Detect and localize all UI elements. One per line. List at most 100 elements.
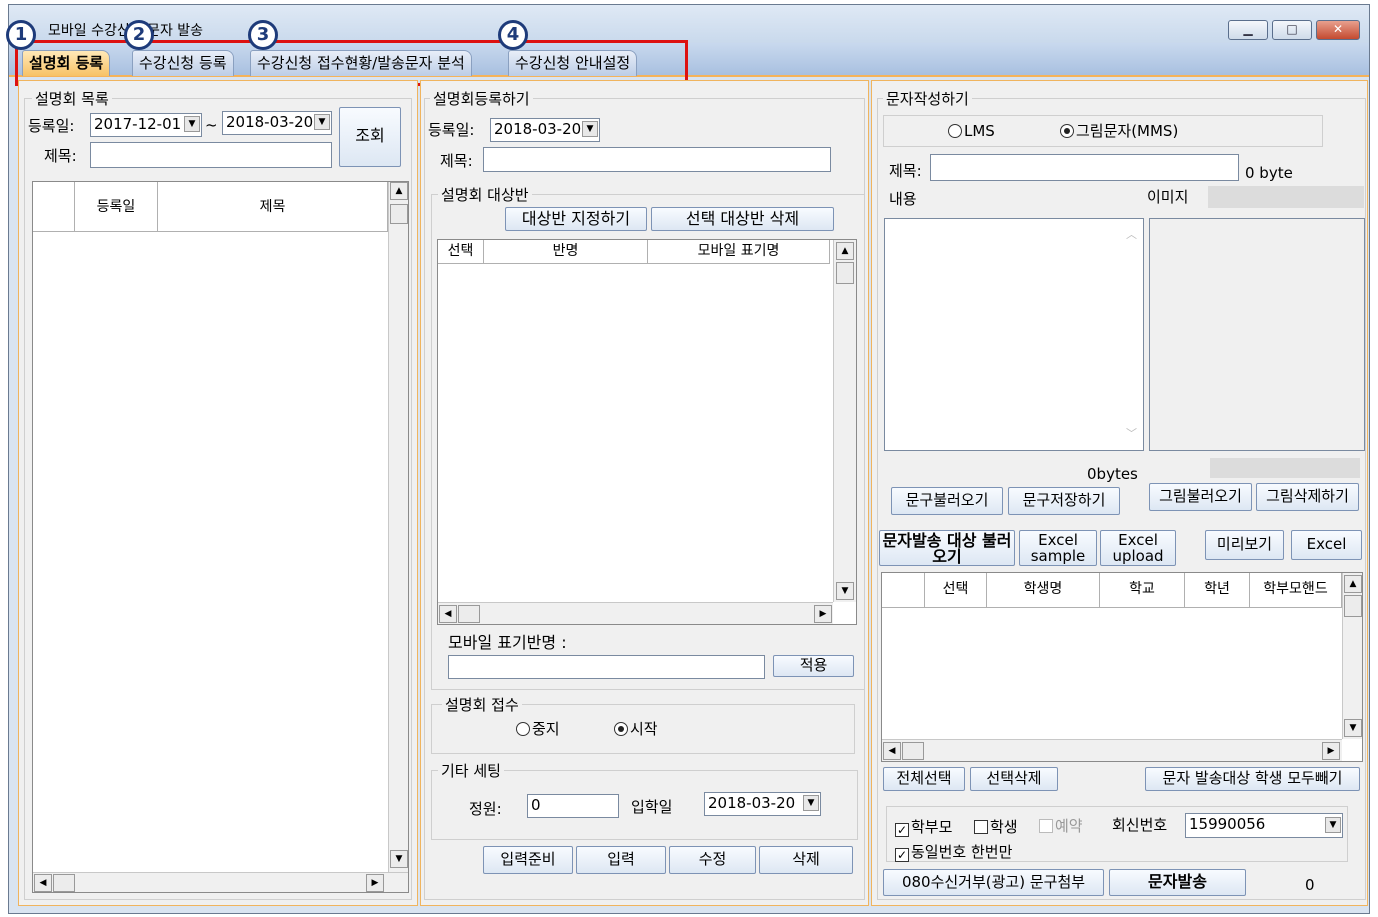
entry-date-picker[interactable]: 2018-03-20 ▼ bbox=[704, 792, 821, 816]
close-button[interactable]: ✕ bbox=[1316, 20, 1360, 40]
scroll-up-icon[interactable]: ▲ bbox=[1344, 575, 1362, 593]
remove-button[interactable]: 삭제 bbox=[759, 846, 853, 874]
recipient-horizontal-scrollbar[interactable]: ◀ ▶ bbox=[882, 739, 1342, 761]
recipient-grid[interactable]: 선택 학생명 학교 학년 학부모핸드 ▲ ▼ ◀ ▶ bbox=[881, 572, 1363, 762]
same-number-checkbox[interactable]: ✓ 동일번호 한번만 bbox=[895, 841, 1012, 862]
reserve-checkbox[interactable]: 예약 bbox=[1039, 815, 1083, 836]
delete-selected-button[interactable]: 선택삭제 bbox=[970, 767, 1058, 791]
scroll-up-icon[interactable]: ▲ bbox=[836, 242, 854, 260]
h-scroll-thumb[interactable] bbox=[53, 874, 75, 892]
checkbox-icon[interactable] bbox=[974, 820, 988, 834]
scroll-down-icon[interactable]: ▼ bbox=[390, 850, 408, 868]
class-vertical-scrollbar[interactable]: ▲ ▼ bbox=[833, 240, 856, 602]
student-checkbox[interactable]: 학생 bbox=[974, 816, 1018, 837]
scroll-up-icon[interactable]: ▲ bbox=[390, 182, 408, 200]
register-title-input[interactable] bbox=[483, 147, 831, 172]
search-button[interactable]: 조회 bbox=[339, 107, 401, 167]
excel-sample-button[interactable]: Excel sample bbox=[1019, 530, 1097, 566]
preview-button[interactable]: 미리보기 bbox=[1205, 530, 1284, 560]
load-image-button[interactable]: 그림불러오기 bbox=[1149, 483, 1252, 511]
scroll-thumb[interactable] bbox=[390, 204, 408, 224]
radio-selected-icon[interactable] bbox=[614, 722, 628, 736]
chevron-down-icon[interactable]: ▼ bbox=[582, 121, 598, 137]
scroll-thumb[interactable] bbox=[836, 262, 854, 284]
capacity-input[interactable]: 0 bbox=[527, 794, 619, 818]
column-header-select[interactable]: 선택 bbox=[438, 240, 484, 264]
list-horizontal-scrollbar[interactable]: ◀ ▶ bbox=[33, 872, 408, 892]
column-header-grade[interactable]: 학년 bbox=[1185, 573, 1250, 608]
radio-icon[interactable] bbox=[948, 124, 962, 138]
scroll-right-icon[interactable]: ▶ bbox=[366, 874, 384, 892]
reception-stop-option[interactable]: 중지 bbox=[516, 718, 560, 739]
callback-number-select[interactable]: 15990056 ▼ bbox=[1185, 813, 1343, 838]
optout-phrase-button[interactable]: 080수신거부(광고) 문구첨부 bbox=[883, 869, 1104, 896]
assign-class-button[interactable]: 대상반 지정하기 bbox=[505, 207, 647, 231]
parent-checkbox[interactable]: ✓ 학부모 bbox=[895, 816, 952, 837]
save-phrase-button[interactable]: 문구저장하기 bbox=[1008, 487, 1120, 515]
message-content-textarea[interactable]: ︿ ﹀ bbox=[884, 218, 1144, 451]
input-button[interactable]: 입력 bbox=[576, 846, 666, 874]
mms-label: 그림문자(MMS) bbox=[1076, 122, 1179, 140]
checkbox-checked-icon[interactable]: ✓ bbox=[895, 823, 909, 837]
chevron-down-icon[interactable]: ▼ bbox=[803, 795, 819, 811]
load-phrase-button[interactable]: 문구불러오기 bbox=[891, 487, 1003, 515]
register-date-picker[interactable]: 2018-03-20 ▼ bbox=[490, 118, 600, 142]
delete-class-button[interactable]: 선택 대상반 삭제 bbox=[651, 207, 834, 231]
select-all-button[interactable]: 전체선택 bbox=[883, 767, 965, 791]
chevron-down-icon[interactable]: ▼ bbox=[314, 114, 330, 130]
column-header-class[interactable]: 반명 bbox=[484, 240, 648, 264]
class-horizontal-scrollbar[interactable]: ◀ ▶ bbox=[438, 602, 833, 624]
excel-upload-button[interactable]: Excel upload bbox=[1100, 530, 1176, 566]
list-title-input[interactable] bbox=[90, 142, 332, 168]
excel-button[interactable]: Excel bbox=[1291, 530, 1362, 560]
scroll-right-icon[interactable]: ▶ bbox=[814, 605, 832, 623]
mobile-name-input[interactable] bbox=[448, 655, 765, 679]
load-targets-button[interactable]: 문자발송 대상 불러오기 bbox=[879, 530, 1015, 566]
minimize-button[interactable]: ▁ bbox=[1228, 20, 1268, 40]
scroll-down-icon[interactable]: ▼ bbox=[836, 582, 854, 600]
radio-icon[interactable] bbox=[516, 722, 530, 736]
column-header-student[interactable]: 학생명 bbox=[987, 573, 1100, 608]
chevron-down-icon[interactable]: ▼ bbox=[1325, 817, 1341, 833]
column-header-parent-phone[interactable]: 학부모핸드 bbox=[1250, 573, 1342, 608]
radio-selected-icon[interactable] bbox=[1060, 124, 1074, 138]
message-title-input[interactable] bbox=[930, 154, 1239, 181]
column-header-school[interactable]: 학교 bbox=[1100, 573, 1185, 608]
scroll-down-icon[interactable]: ﹀ bbox=[1126, 424, 1137, 444]
chevron-down-icon[interactable]: ▼ bbox=[184, 116, 200, 132]
send-message-button[interactable]: 문자발송 bbox=[1109, 869, 1246, 896]
h-scroll-thumb[interactable] bbox=[458, 605, 480, 623]
step-badge-1: 1 bbox=[6, 20, 36, 50]
column-header-date[interactable]: 등록일 bbox=[75, 182, 158, 232]
capacity-label: 정원: bbox=[469, 800, 502, 818]
title-byte-count: 0 byte bbox=[1245, 164, 1293, 182]
scroll-thumb[interactable] bbox=[1344, 595, 1362, 617]
checkbox-disabled-icon[interactable] bbox=[1039, 819, 1053, 833]
scroll-left-icon[interactable]: ◀ bbox=[883, 742, 901, 760]
scroll-right-icon[interactable]: ▶ bbox=[1322, 742, 1340, 760]
remove-all-targets-button[interactable]: 문자 발송대상 학생 모두빼기 bbox=[1145, 767, 1360, 791]
column-header-select[interactable]: 선택 bbox=[925, 573, 987, 608]
checkbox-checked-icon[interactable]: ✓ bbox=[895, 848, 909, 862]
column-header-mobile-name[interactable]: 모바일 표기명 bbox=[648, 240, 830, 264]
list-date-from[interactable]: 2017-12-01 ▼ bbox=[90, 113, 202, 137]
reception-start-option[interactable]: 시작 bbox=[614, 718, 658, 739]
prepare-input-button[interactable]: 입력준비 bbox=[483, 846, 573, 874]
column-header-title[interactable]: 제목 bbox=[158, 182, 388, 232]
h-scroll-thumb[interactable] bbox=[902, 742, 924, 760]
scroll-left-icon[interactable]: ◀ bbox=[34, 874, 52, 892]
scroll-down-icon[interactable]: ▼ bbox=[1344, 719, 1362, 737]
edit-button[interactable]: 수정 bbox=[669, 846, 756, 874]
delete-image-button[interactable]: 그림삭제하기 bbox=[1256, 483, 1359, 511]
apply-button[interactable]: 적용 bbox=[773, 655, 854, 677]
seminar-list-grid[interactable]: 등록일 제목 ▲ ▼ ◀ ▶ bbox=[32, 181, 409, 893]
maximize-button[interactable]: □ bbox=[1272, 20, 1312, 40]
lms-option[interactable]: LMS bbox=[948, 122, 995, 140]
recipient-vertical-scrollbar[interactable]: ▲ ▼ bbox=[1342, 573, 1362, 739]
mms-option[interactable]: 그림문자(MMS) bbox=[1060, 120, 1178, 141]
target-class-grid[interactable]: 선택 반명 모바일 표기명 ▲ ▼ ◀ ▶ bbox=[437, 239, 857, 625]
scroll-up-icon[interactable]: ︿ bbox=[1126, 225, 1137, 245]
scroll-left-icon[interactable]: ◀ bbox=[439, 605, 457, 623]
list-date-to[interactable]: 2018-03-20 ▼ bbox=[222, 111, 332, 135]
list-vertical-scrollbar[interactable]: ▲ ▼ bbox=[388, 182, 408, 872]
